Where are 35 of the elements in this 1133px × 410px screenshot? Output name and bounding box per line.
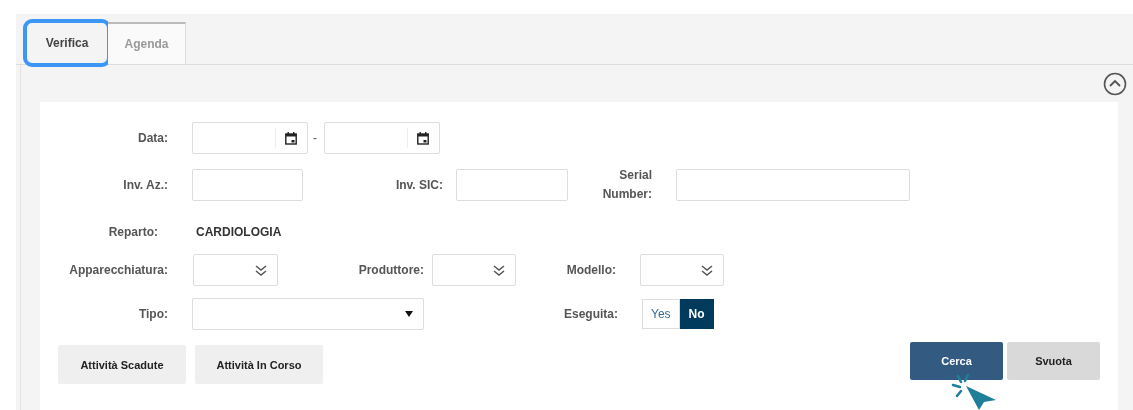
date-separator: - — [313, 131, 317, 145]
input-field[interactable] — [676, 169, 910, 201]
field-label: Data: — [137, 129, 168, 147]
field-label: Eseguita: — [563, 305, 618, 323]
double-chevron-down-icon[interactable] — [493, 264, 505, 276]
select-field[interactable] — [192, 298, 424, 330]
toggle-option[interactable]: Yes — [642, 299, 680, 329]
date-field[interactable] — [324, 122, 440, 154]
field-label: Serial Number: — [601, 167, 652, 203]
collapse-up-icon[interactable] — [1103, 71, 1127, 96]
double-chevron-down-icon[interactable] — [701, 264, 713, 276]
field-label: Tipo: — [137, 305, 168, 323]
field-label: Inv. SIC: — [394, 176, 443, 194]
dropdown-field[interactable] — [640, 254, 724, 286]
action-button[interactable]: Svuota — [1007, 342, 1100, 380]
input-field[interactable] — [456, 169, 568, 201]
toggle-option[interactable]: No — [679, 299, 714, 329]
action-button[interactable]: Cerca — [910, 342, 1003, 380]
date-field[interactable] — [192, 122, 308, 154]
calendar-icon[interactable] — [285, 131, 297, 145]
tab[interactable]: Verifica — [26, 22, 108, 64]
caret-down-icon[interactable] — [405, 311, 413, 317]
double-chevron-down-icon[interactable] — [255, 264, 267, 276]
input-field[interactable] — [192, 169, 303, 201]
reparto-value: CARDIOLOGIA — [196, 225, 282, 239]
action-button[interactable]: Attività Scadute — [58, 345, 186, 384]
field-label: Modello: — [565, 261, 616, 279]
field-label: Produttore: — [357, 261, 424, 279]
field-label: Inv. Az.: — [122, 176, 168, 194]
action-button[interactable]: Attività In Corso — [195, 345, 323, 384]
field-label: Reparto: — [107, 223, 158, 241]
dropdown-field[interactable] — [193, 254, 278, 286]
calendar-icon[interactable] — [417, 131, 429, 145]
dropdown-field[interactable] — [432, 254, 516, 286]
field-label: Apparecchiatura: — [68, 261, 168, 279]
